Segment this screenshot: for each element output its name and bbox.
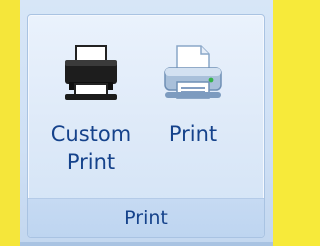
print-button[interactable]: Print bbox=[150, 35, 236, 215]
group-footer: Print bbox=[28, 198, 264, 237]
ribbon-bottom-edge bbox=[20, 242, 273, 246]
printer-paper-icon bbox=[164, 45, 222, 99]
custom-print-label: Custom Print bbox=[50, 122, 132, 174]
print-ribbon-group: Custom Print Print Print bbox=[27, 14, 265, 238]
group-title: Print bbox=[124, 207, 168, 229]
left-yellow-strip bbox=[0, 0, 20, 246]
printer-black-icon bbox=[65, 45, 117, 100]
print-label: Print bbox=[168, 122, 218, 146]
custom-print-button[interactable]: Custom Print bbox=[36, 35, 146, 215]
